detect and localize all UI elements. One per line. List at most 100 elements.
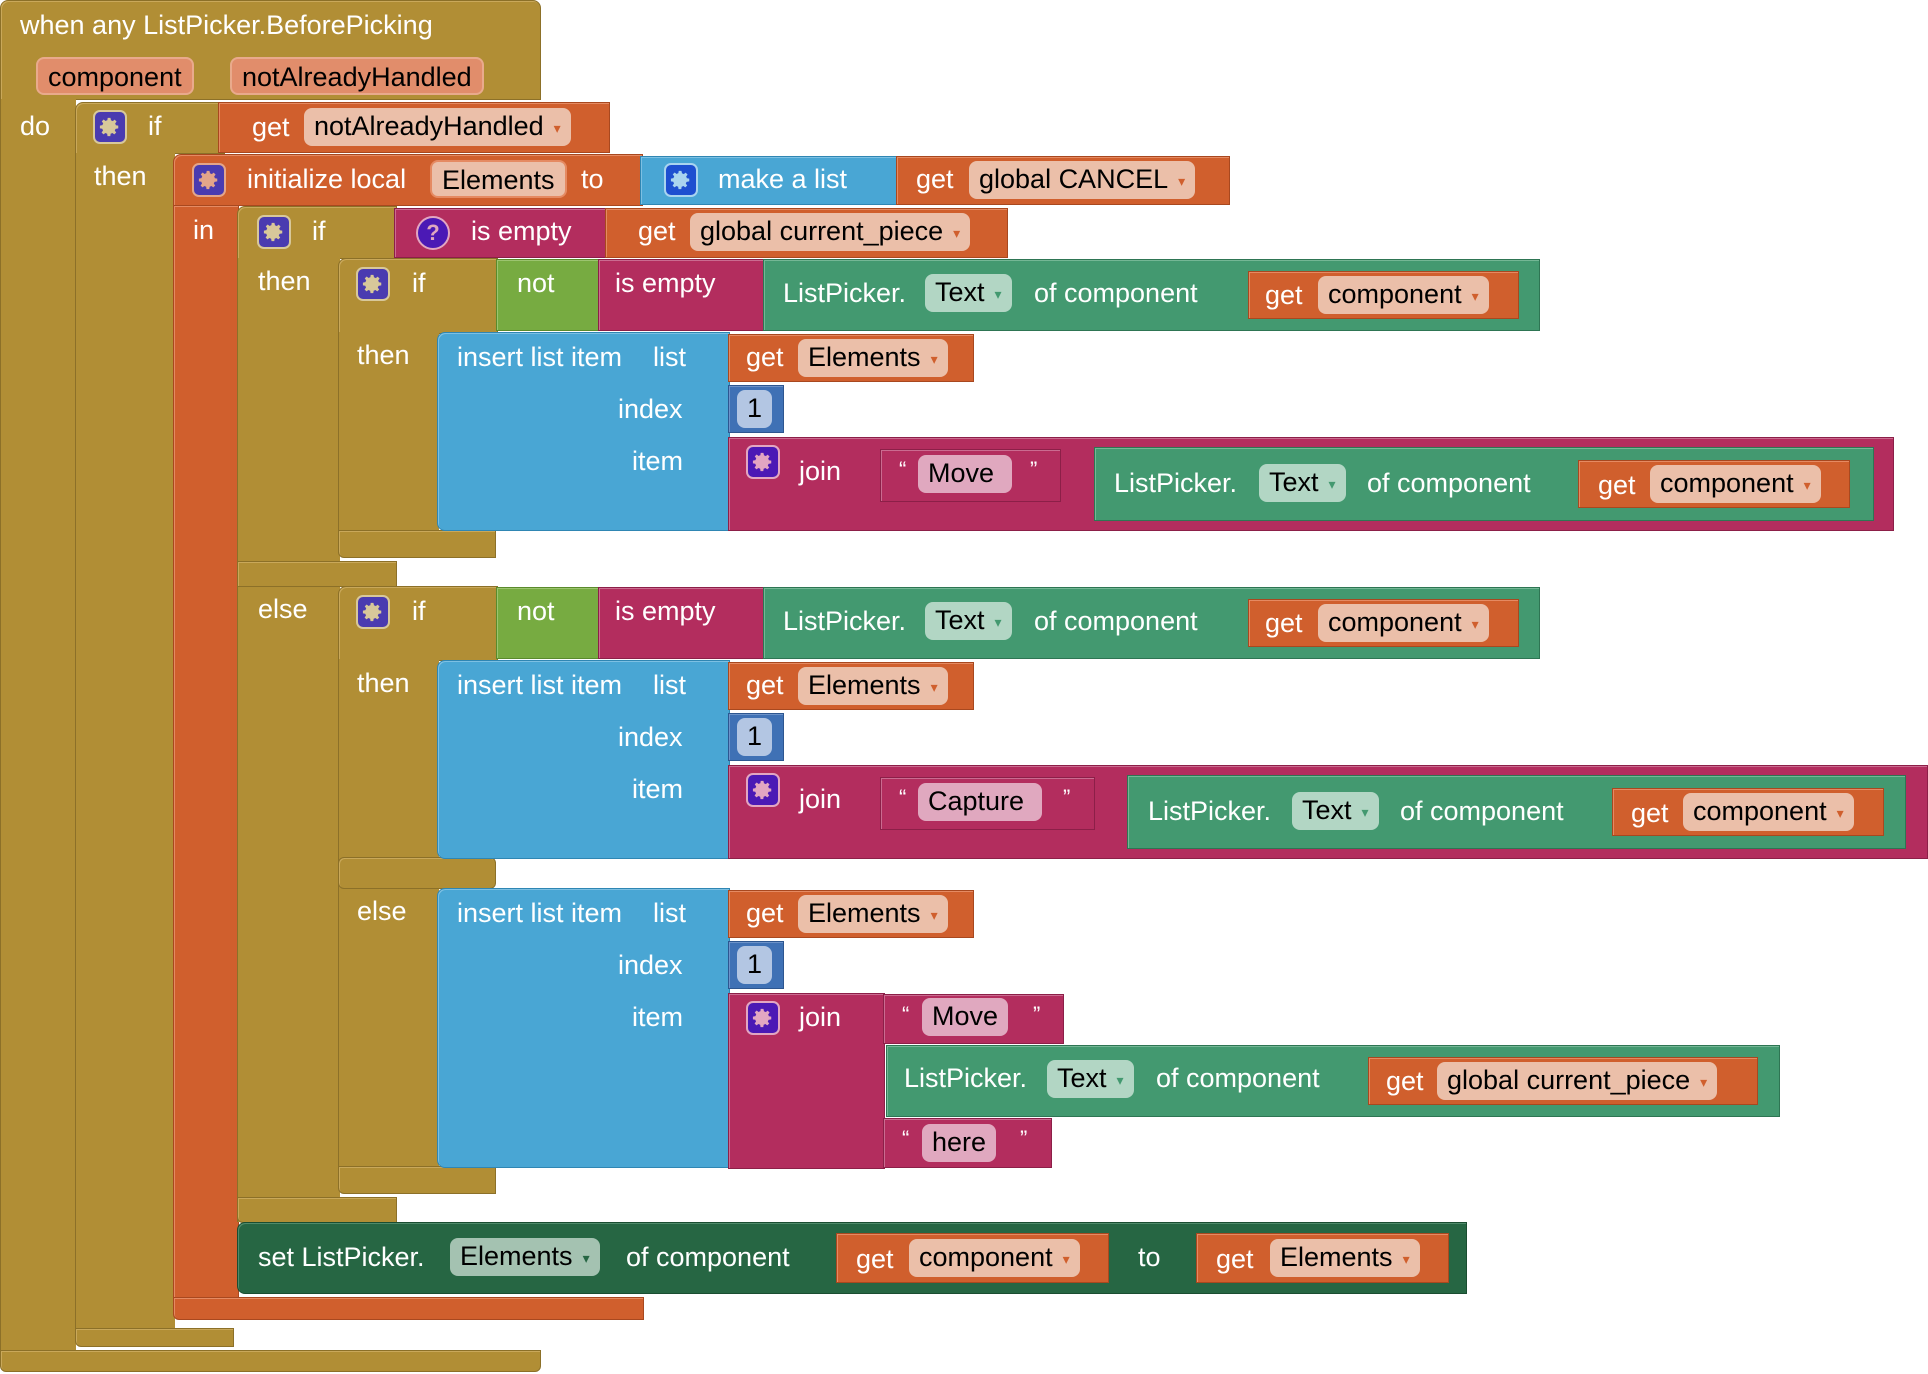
- of-component-label: of component: [1400, 796, 1564, 826]
- if1-gear-icon[interactable]: [93, 110, 127, 144]
- of-component-label: of component: [1156, 1063, 1320, 1093]
- param-not-already-handled[interactable]: notAlreadyHandled: [230, 57, 484, 95]
- if4-bottom-bar: [338, 1166, 496, 1194]
- var-dropdown-global-cancel[interactable]: global CANCEL ▾: [969, 161, 1196, 199]
- text-field-move[interactable]: Move: [918, 455, 1012, 493]
- item-label: item: [632, 446, 684, 476]
- dropdown-arrow-icon: ▾: [930, 678, 938, 695]
- dropdown-arrow-icon: ▾: [553, 119, 561, 136]
- join-gear-icon[interactable]: [746, 773, 780, 807]
- var-dropdown-component[interactable]: component ▾: [1683, 793, 1854, 831]
- of-component-label: of component: [1034, 606, 1198, 636]
- list-label: list: [653, 670, 686, 700]
- local-var-name-field[interactable]: Elements: [430, 160, 567, 198]
- if4-then-label: then: [357, 668, 410, 698]
- dropdown-arrow-icon: ▾: [994, 613, 1002, 630]
- dropdown-arrow-icon: ▾: [953, 224, 961, 241]
- dropdown-arrow-icon: ▾: [1471, 615, 1479, 632]
- make-a-list-label: make a list: [718, 164, 848, 194]
- insert-list-item-block[interactable]: [437, 888, 730, 1168]
- if1-then-column: [75, 153, 175, 1329]
- listpicker-prefix: ListPicker.: [904, 1063, 1028, 1093]
- var-dropdown-not-already-handled[interactable]: notAlreadyHandled ▾: [304, 108, 571, 146]
- help-question-icon[interactable]: ?: [416, 216, 450, 250]
- param-component[interactable]: component: [36, 57, 194, 95]
- init-local-in-column: [173, 205, 239, 1299]
- is-empty-label: is empty: [615, 596, 716, 626]
- var-dropdown-elements[interactable]: Elements ▾: [1270, 1239, 1420, 1277]
- number-field[interactable]: 1: [737, 718, 773, 756]
- insert-list-item-label: insert list item: [457, 670, 623, 700]
- var-name: component: [1660, 468, 1794, 498]
- join-gear-icon[interactable]: [746, 445, 780, 479]
- if4-gear-icon[interactable]: [356, 595, 390, 629]
- if4-if-label: if: [412, 596, 426, 626]
- of-component-label: of component: [626, 1242, 790, 1272]
- if4-else-label: else: [357, 896, 407, 926]
- if3-gear-icon[interactable]: [356, 267, 390, 301]
- property-dropdown-text[interactable]: Text ▾: [925, 274, 1012, 312]
- property-dropdown-elements[interactable]: Elements ▾: [450, 1238, 600, 1276]
- if2-if-label: if: [312, 216, 326, 246]
- event-bottom-bar: [0, 1350, 541, 1372]
- var-dropdown-elements[interactable]: Elements ▾: [798, 339, 948, 377]
- listpicker-prefix: ListPicker.: [1148, 796, 1272, 826]
- property-dropdown-text[interactable]: Text ▾: [1047, 1060, 1134, 1098]
- get-label: get: [1631, 798, 1669, 828]
- setter-prefix: set ListPicker.: [258, 1242, 425, 1272]
- prop-name: Text: [1057, 1063, 1107, 1093]
- dropdown-arrow-icon: ▾: [930, 350, 938, 367]
- close-quote: ”: [1020, 1126, 1028, 1151]
- var-name: component: [1693, 796, 1827, 826]
- var-name: global current_piece: [700, 216, 944, 246]
- join-label: join: [799, 1002, 842, 1032]
- var-name: Elements: [808, 670, 921, 700]
- if3-bottom-bar: [338, 530, 496, 558]
- property-dropdown-text[interactable]: Text ▾: [1259, 464, 1346, 502]
- var-dropdown-component[interactable]: component ▾: [909, 1239, 1080, 1277]
- listpicker-prefix: ListPicker.: [1114, 468, 1238, 498]
- property-dropdown-text[interactable]: Text ▾: [1292, 792, 1379, 830]
- of-component-label: of component: [1367, 468, 1531, 498]
- is-empty-label: is empty: [615, 268, 716, 298]
- property-dropdown-text[interactable]: Text ▾: [925, 602, 1012, 640]
- is-empty-label: is empty: [471, 216, 572, 246]
- item-label: item: [632, 1002, 684, 1032]
- get-label: get: [1216, 1244, 1254, 1274]
- not-label: not: [517, 596, 555, 626]
- open-quote: “: [899, 785, 907, 810]
- text-field-move[interactable]: Move: [922, 998, 1009, 1036]
- number-field[interactable]: 1: [737, 946, 773, 984]
- var-dropdown-component[interactable]: component ▾: [1318, 276, 1489, 314]
- dropdown-arrow-icon: ▾: [1116, 1071, 1124, 1088]
- init-local-gear-icon[interactable]: [192, 163, 226, 197]
- text-field-here[interactable]: here: [922, 1124, 997, 1162]
- if2-gear-icon[interactable]: [257, 215, 291, 249]
- open-quote: “: [902, 1126, 910, 1151]
- dropdown-arrow-icon: ▾: [1062, 1250, 1070, 1267]
- init-local-in-label: in: [193, 215, 215, 245]
- open-quote: “: [902, 1002, 910, 1027]
- init-local-to-label: to: [581, 164, 604, 194]
- dropdown-arrow-icon: ▾: [582, 1249, 590, 1266]
- var-dropdown-component[interactable]: component ▾: [1318, 604, 1489, 642]
- var-dropdown-global-current-piece[interactable]: global current_piece ▾: [690, 213, 971, 251]
- dropdown-arrow-icon: ▾: [1471, 287, 1479, 304]
- if2-column: [237, 258, 340, 1222]
- var-dropdown-elements[interactable]: Elements ▾: [798, 895, 948, 933]
- var-dropdown-component[interactable]: component ▾: [1650, 465, 1821, 503]
- init-local-label: initialize local: [247, 164, 407, 194]
- not-label: not: [517, 268, 555, 298]
- var-dropdown-global-current-piece[interactable]: global current_piece ▾: [1437, 1062, 1718, 1100]
- var-dropdown-elements[interactable]: Elements ▾: [798, 667, 948, 705]
- init-local-block[interactable]: [173, 154, 643, 206]
- listpicker-prefix: ListPicker.: [783, 606, 907, 636]
- number-field[interactable]: 1: [737, 390, 773, 428]
- join-gear-icon[interactable]: [746, 1001, 780, 1035]
- if3-if-label: if: [412, 268, 426, 298]
- dropdown-arrow-icon: ▾: [1402, 1250, 1410, 1267]
- make-a-list-gear-icon[interactable]: [664, 163, 698, 197]
- dropdown-arrow-icon: ▾: [1178, 172, 1186, 189]
- text-field-capture[interactable]: Capture: [918, 783, 1042, 821]
- get-label: get: [1265, 608, 1303, 638]
